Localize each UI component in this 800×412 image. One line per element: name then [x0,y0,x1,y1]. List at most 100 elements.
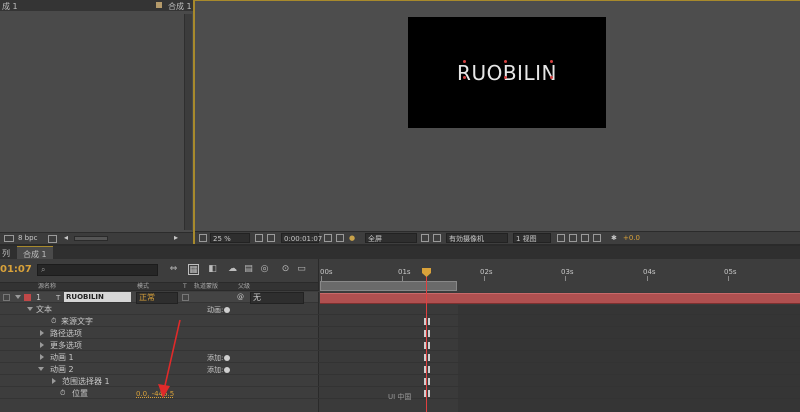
project-tab-label[interactable]: 成 1 [2,1,18,12]
layer-duration-bar[interactable] [320,293,800,304]
magnifier-toggle-icon[interactable] [199,234,207,242]
col-layer-name[interactable]: 源名称 [38,283,56,291]
scroll-left-icon[interactable]: ◂ [64,233,68,242]
region-of-interest-icon[interactable] [421,234,429,242]
tab-comp-1-label: 合成 1 [23,250,47,259]
layer-row[interactable]: 1 T RUOBILIN 正常 @ 无 [0,292,318,304]
trash-icon[interactable] [48,235,57,243]
keyframe-marker[interactable] [428,390,430,397]
project-tab-right-label: 合成 1 [168,2,192,11]
zoom-dropdown[interactable]: 25 % [210,233,250,243]
live-update-icon[interactable]: ▦ [188,264,199,275]
channel-icon[interactable]: ● [349,233,355,243]
bit-depth-label[interactable]: 8 bpc [18,234,37,242]
ruler-label: 00s [320,268,333,276]
brainstorm-icon[interactable]: ⊙ [280,264,291,275]
bbox-handle[interactable] [550,76,553,79]
exposure-value[interactable]: +0.0 [623,233,640,243]
position-label: 位置 [72,389,88,398]
draft-3d-icon[interactable]: ◧ [207,264,218,275]
exposure-icon[interactable]: ✱ [611,233,617,243]
stopwatch-icon[interactable]: ⏱ [60,389,65,398]
ruler-label: 02s [480,268,493,276]
composition-frame[interactable]: RUOBILIN [408,17,606,128]
interpret-footage-icon[interactable] [4,235,14,242]
expand-layer-icon[interactable] [15,295,21,299]
viewer-timecode[interactable]: 0:00:01:07 [281,233,322,243]
project-tab-bar: 成 1 合成 1 [0,0,193,11]
ruler-tick [647,276,648,281]
comp-mini-flowchart-icon[interactable]: ⇔ [168,264,179,275]
add-menu-button[interactable]: 添加: [207,365,231,375]
project-panel [0,0,193,244]
expand-icon[interactable] [40,354,44,360]
snapshot-icon[interactable] [324,234,332,242]
scroll-right-icon[interactable]: ▸ [174,233,178,242]
tab-render-queue[interactable]: 列 [2,248,10,259]
blend-mode-dropdown[interactable]: 正常 [136,292,178,304]
ruler-label: 01s [398,268,411,276]
layer-column-headers: 源名称 模式 T 轨道蒙版 父级 [0,282,318,291]
expand-icon[interactable] [38,367,44,371]
fast-previews-icon[interactable] [569,234,577,242]
keyframe-marker[interactable] [428,342,430,349]
expand-icon[interactable] [40,342,44,348]
mask-toggle-icon[interactable] [267,234,275,242]
current-time-display[interactable]: 01:07 [0,264,32,275]
animate-label: 动画 [207,306,221,314]
horizontal-scroll-thumb[interactable] [74,236,108,241]
tab-comp-1[interactable]: 合成 1 [17,246,53,259]
animate-menu-button[interactable]: 动画: [207,305,231,315]
col-parent[interactable]: 父级 [238,283,250,291]
col-t[interactable]: T [183,283,187,291]
keyframe-marker[interactable] [428,366,430,373]
hide-shy-layers-icon[interactable]: ☁ [227,264,238,275]
show-snapshot-icon[interactable] [336,234,344,242]
expand-icon[interactable] [52,378,56,384]
pick-whip-icon[interactable]: @ [237,293,244,301]
col-mode[interactable]: 模式 [137,283,149,291]
project-scrollbar[interactable] [184,14,192,230]
keyframe-marker[interactable] [428,330,430,337]
expand-icon[interactable] [40,330,44,336]
add-menu-button[interactable]: 添加: [207,353,231,363]
comp-text-layer[interactable]: RUOBILIN [408,17,606,128]
keyframe-marker[interactable] [428,378,430,385]
parent-dropdown[interactable]: 无 [250,292,304,304]
graph-editor-icon[interactable]: ▭ [296,264,307,275]
col-trkmat[interactable]: 轨道蒙版 [194,283,218,291]
layer-label-color[interactable] [24,294,31,301]
arrow-head [158,384,170,398]
bbox-handle[interactable] [463,76,466,79]
camera-dropdown[interactable]: 有効摄像机 [446,233,508,243]
pixel-aspect-icon[interactable] [557,234,565,242]
timeline-icon[interactable] [581,234,589,242]
preserve-transparency-toggle[interactable] [182,294,189,301]
stopwatch-icon[interactable]: ⏱ [51,317,56,326]
track-row [318,352,800,363]
visibility-toggle[interactable] [3,294,10,301]
bbox-handle[interactable] [463,60,466,63]
motion-blur-icon[interactable]: ◎ [259,264,270,275]
layer-name[interactable]: RUOBILIN [64,292,131,302]
arrow-shaft [163,319,181,391]
transparency-grid-icon[interactable] [433,234,441,242]
search-input[interactable]: ⌕ [37,264,158,276]
resolution-dropdown[interactable]: 全屏 [365,233,417,243]
work-area-bar[interactable] [320,281,457,291]
property-row-text[interactable]: 文本 动画: [0,304,318,315]
bbox-handle[interactable] [504,76,507,79]
keyframe-marker[interactable] [428,354,430,361]
safe-margins-icon[interactable] [255,234,263,242]
flowchart-icon[interactable] [593,234,601,242]
bbox-handle[interactable] [504,60,507,63]
expand-icon[interactable] [27,307,33,311]
view-layout-dropdown[interactable]: 1 视图 [513,233,551,243]
add-label: 添加 [207,366,221,374]
current-time-indicator[interactable] [426,268,427,412]
ruler-label: 03s [561,268,574,276]
bbox-handle[interactable] [550,60,553,63]
keyframe-marker[interactable] [428,318,430,325]
track-row [318,304,800,315]
frame-blending-icon[interactable]: ▤ [243,264,254,275]
